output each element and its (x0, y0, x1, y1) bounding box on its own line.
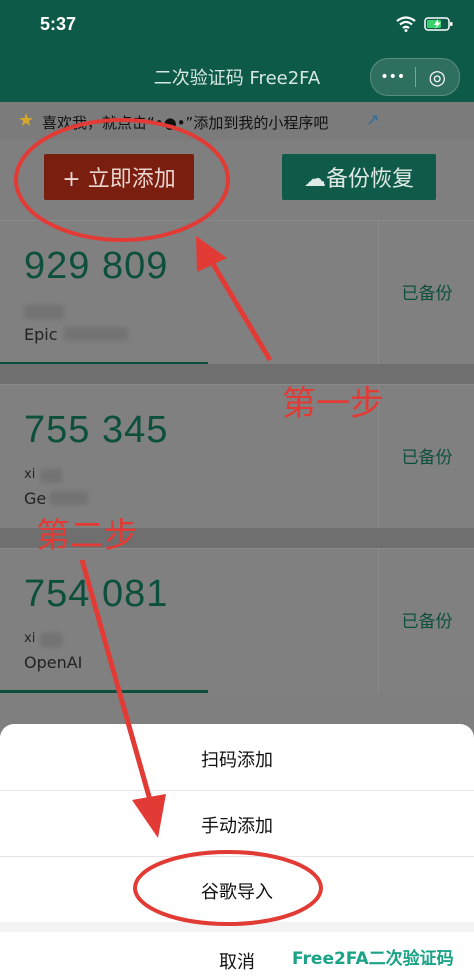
sheet-divider (0, 790, 474, 791)
otp-code: 929 809 (24, 245, 169, 287)
trend-arrow-icon: ↗ (366, 110, 380, 129)
action-bar: + 立即添加 ☁备份恢复 (0, 140, 474, 218)
clock: 5:37 (40, 14, 77, 34)
card-divider (378, 221, 379, 365)
nav-bar: 二次验证码 Free2FA ••• ◎ (0, 50, 474, 102)
miniprogram-capsule: ••• ◎ (370, 58, 460, 96)
redacted-account (24, 305, 64, 319)
issuer-name: Epic (24, 325, 58, 344)
redacted-issuer (64, 327, 128, 341)
add-to-miniprogram-notice: ★ 喜欢我，就点击“•●•”添加到我的小程序吧 ↗ (0, 102, 474, 140)
manual-add-option[interactable]: 手动添加 (0, 812, 474, 838)
redacted-account (40, 469, 62, 483)
notice-text: 喜欢我，就点击“•●•”添加到我的小程序吧 (42, 114, 329, 132)
google-import-option[interactable]: 谷歌导入 (0, 878, 474, 904)
issuer-name: OpenAI (24, 653, 83, 672)
scan-add-option[interactable]: 扫码添加 (0, 746, 474, 772)
code-card[interactable]: 929 809 Epic 已备份 (0, 220, 474, 365)
step2-label: 第二步 (36, 516, 138, 556)
wifi-icon (396, 16, 416, 32)
account-name: xi (24, 467, 36, 482)
star-icon: ★ (18, 110, 35, 131)
more-icon: ••• (380, 69, 406, 85)
backup-restore-button[interactable]: ☁备份恢复 (282, 154, 436, 200)
card-divider (378, 549, 379, 693)
account-name: xi (24, 631, 36, 646)
close-miniprogram-button[interactable]: ◎ (415, 59, 459, 95)
redacted-issuer (50, 491, 88, 505)
countdown-bar (0, 690, 208, 693)
code-card[interactable]: 754 081 xi OpenAI 已备份 (0, 548, 474, 693)
status-bar: 5:37 (0, 0, 474, 50)
backup-status: 已备份 (401, 284, 453, 304)
target-icon: ◎ (428, 65, 446, 89)
watermark: Free2FA二次验证码 (292, 949, 454, 969)
issuer-name: Ge (24, 489, 47, 508)
backup-status: 已备份 (401, 612, 453, 632)
sheet-divider (0, 856, 474, 857)
add-now-button[interactable]: + 立即添加 (44, 154, 194, 200)
sheet-gap (0, 922, 474, 932)
redacted-account (40, 633, 62, 647)
otp-code: 754 081 (24, 573, 169, 615)
card-separator (0, 364, 474, 384)
backup-status: 已备份 (401, 448, 453, 468)
battery-charging-icon (424, 17, 453, 31)
step1-label: 第一步 (282, 384, 384, 424)
more-button[interactable]: ••• (371, 59, 415, 95)
otp-code: 755 345 (24, 409, 169, 451)
status-icons (396, 16, 454, 32)
action-sheet: 扫码添加 手动添加 谷歌导入 取消 (0, 724, 474, 980)
